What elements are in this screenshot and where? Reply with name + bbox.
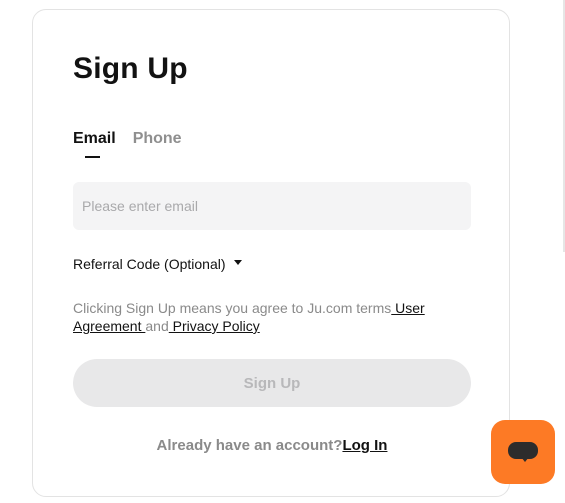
tab-active-indicator [85,156,100,158]
terms-text: Clicking Sign Up means you agree to Ju.c… [73,300,392,316]
tab-phone-label: Phone [132,130,182,147]
referral-code-label: Referral Code (Optional) [73,256,226,272]
page: Sign Up Email Phone Referral Code (Optio… [0,0,565,503]
tab-bar: Email Phone [73,130,182,158]
tab-phone[interactable]: Phone [133,130,182,148]
signup-card: Sign Up Email Phone Referral Code (Optio… [32,9,510,497]
caret-down-icon [233,259,242,265]
referral-code-toggle[interactable]: Referral Code (Optional) [73,256,242,272]
tab-email[interactable]: Email [73,130,116,158]
terms-notice: Clicking Sign Up means you agree to Ju.c… [73,299,463,335]
signup-button[interactable]: Sign Up [73,359,471,407]
chat-icon-tail [521,457,529,462]
tab-email-label: Email [73,130,116,147]
login-link[interactable]: Log In [342,437,387,454]
email-field[interactable] [73,182,471,230]
chat-support-button[interactable] [491,420,555,484]
terms-conjunction: and [145,318,169,334]
login-prompt: Already have an account?Log In [33,437,511,454]
page-title: Sign Up [73,52,188,85]
privacy-policy-link[interactable]: Privacy Policy [169,318,260,334]
login-prompt-text: Already have an account? [156,437,343,454]
